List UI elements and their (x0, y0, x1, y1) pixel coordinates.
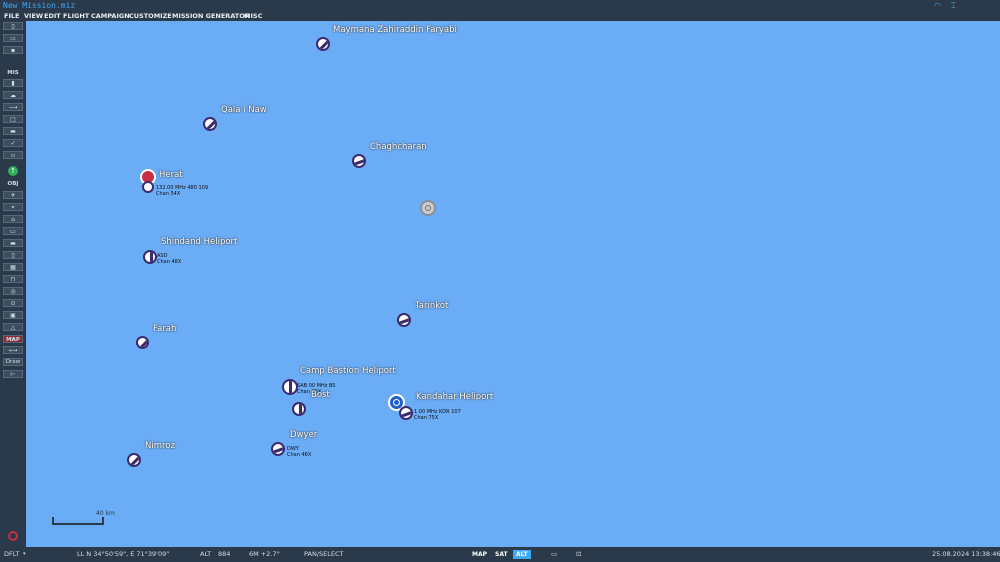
airfield-label-dwyer: Dwyer (290, 430, 318, 440)
airfield-info-shindand: ASD Chan 48X (157, 253, 182, 265)
aircraft-route-icon[interactable]: ⟶ (3, 103, 23, 111)
section-mis-label: MIS (7, 70, 19, 76)
airfield-marker-nimroz[interactable] (127, 453, 141, 467)
vehicle-icon[interactable]: ▭ (3, 227, 23, 235)
airfield-marker-bost[interactable] (292, 402, 306, 416)
section-obj-label: OBJ (7, 181, 19, 187)
plane-icon[interactable]: ✈ (3, 191, 23, 199)
settings-icon[interactable] (8, 531, 18, 541)
altitude-label: ALT (200, 550, 212, 558)
weather-icon[interactable]: ☁ (3, 91, 23, 99)
menu-customize[interactable]: CUSTOMIZE (129, 11, 172, 21)
altitude-view-button[interactable]: ALT (513, 550, 531, 559)
airfield-marker-maymana[interactable] (316, 37, 330, 51)
helicopter-icon[interactable]: ⌖ (3, 203, 23, 211)
airfield-info-herat: 132.00 MHz 480 109 Chan 54X (156, 185, 209, 197)
menu-mission-generator[interactable]: MISSION GENERATOR (172, 11, 250, 21)
layout-selector[interactable]: DFLT (4, 547, 19, 562)
menu-edit[interactable]: EDIT (44, 11, 61, 21)
airfield-label-maymana: Maymana Zahiraddin Faryabi (333, 25, 457, 35)
airfield-label-tarinkot: Tarinkot (415, 301, 449, 311)
wifi-icon: ◠ (934, 1, 941, 10)
airfield-label-chaghcharan: Chaghcharan (370, 142, 427, 152)
title-bar: New Mission.miz ◠ ⌶ (0, 0, 1000, 11)
airfield-info-dwyer: DWY Chan 46X (287, 446, 312, 458)
status-bar: DFLT ▾ LL N 34°50'59", E 71°39'09" ALT 8… (0, 547, 1000, 562)
airfield-label-camp-bastion: Camp Bastion Heliport (300, 366, 396, 376)
map-canvas[interactable]: Maymana Zahiraddin Faryabi Qala i Naw Ch… (26, 21, 1000, 547)
draw-button[interactable]: Draw (3, 358, 23, 366)
group-icon[interactable]: ▫ (3, 151, 23, 159)
airfield-label-bost: Bost (311, 390, 330, 400)
target-icon[interactable] (420, 200, 436, 216)
satellite-view-button[interactable]: SAT (492, 550, 511, 559)
zone-icon[interactable]: □ (3, 115, 23, 123)
airfield-marker-shindand[interactable] (143, 250, 157, 264)
structure-icon[interactable]: ▦ (3, 263, 23, 271)
fortification-icon[interactable]: ⊓ (3, 275, 23, 283)
farp-icon[interactable]: ◎ (3, 287, 23, 295)
check-icon[interactable]: ✓ (3, 139, 23, 147)
trigger-icon[interactable]: ▬ (3, 127, 23, 135)
measure-icon[interactable]: ⊢ (3, 370, 23, 378)
airfield-marker-chaghcharan[interactable] (352, 154, 366, 168)
airfield-label-qala-i-naw: Qala i Naw (221, 105, 267, 115)
airfield-marker-dwyer[interactable] (271, 442, 285, 456)
target-icon[interactable]: ⊙ (3, 299, 23, 307)
airfield-label-kandahar: Kandahar Heliport (416, 392, 494, 402)
magnetic-variation: 6M +2.7° (249, 550, 280, 558)
airfield-label-herat: Herat (159, 170, 183, 180)
altitude-value: 884 (218, 550, 231, 558)
menu-flight[interactable]: FLIGHT (63, 11, 89, 21)
mode-indicator: PAN/SELECT (304, 550, 344, 558)
menu-file[interactable]: FILE (4, 11, 19, 21)
delete-icon[interactable]: ▮ (3, 79, 23, 87)
menu-misc[interactable]: MISC (244, 11, 262, 21)
shapes-icon[interactable]: △ (3, 323, 23, 331)
airfield-label-shindand: Shindand Heliport (161, 237, 238, 247)
scale-bar-label: 40 km (96, 510, 115, 517)
menu-bar: FILE VIEW EDIT FLIGHT CAMPAIGN CUSTOMIZE… (0, 11, 1000, 21)
airfield-marker-herat[interactable] (142, 181, 154, 193)
window-title: New Mission.miz (3, 1, 76, 10)
train-icon[interactable]: ▬ (3, 239, 23, 247)
chevron-down-icon[interactable]: ▾ (23, 547, 26, 562)
datetime-readout: 25.08.2024 13:38:46 (932, 550, 1000, 558)
airfield-label-farah: Farah (153, 324, 177, 334)
signal-icon: ⌶ (951, 1, 956, 10)
tool-sidebar: ▯ ▭ ▪ MIS ▮ ☁ ⟶ □ ▬ ✓ ▫ ↑ OBJ ✈ ⌖ ⌂ ▭ ▬ … (0, 21, 26, 547)
open-folder-icon[interactable]: ▭ (3, 34, 23, 42)
airfield-marker-farah[interactable] (136, 336, 149, 349)
airfield-marker-qala-i-naw[interactable] (203, 117, 217, 131)
screenshot-icon[interactable]: ⊡ (576, 547, 581, 562)
map-view-button[interactable]: MAP (469, 550, 490, 559)
airfield-marker-tarinkot[interactable] (397, 313, 411, 327)
coordinates-readout: LL N 34°50'59", E 71°39'09" (77, 550, 170, 558)
ship-icon[interactable]: ⌂ (3, 215, 23, 223)
airfield-info-kandahar: 1 00 MHz KDR 107 Chan 75X (414, 409, 461, 421)
airfield-marker-camp-bastion[interactable] (282, 379, 298, 395)
menu-view[interactable]: VIEW (24, 11, 43, 21)
cargo-icon[interactable]: ▣ (3, 311, 23, 319)
airfield-label-nimroz: Nimroz (145, 441, 175, 451)
save-icon[interactable]: ▪ (3, 46, 23, 54)
airfield-marker-kandahar[interactable] (399, 406, 413, 420)
add-unit-icon[interactable]: ↑ (8, 166, 18, 176)
ruler-icon[interactable]: ⟷ (3, 346, 23, 354)
section-map-label: MAP (6, 337, 20, 343)
new-file-icon[interactable]: ▯ (3, 22, 23, 30)
scale-bar (52, 517, 104, 525)
menu-campaign[interactable]: CAMPAIGN (91, 11, 130, 21)
static-object-icon[interactable]: ▯ (3, 251, 23, 259)
battery-icon[interactable]: ▭ (551, 547, 557, 562)
